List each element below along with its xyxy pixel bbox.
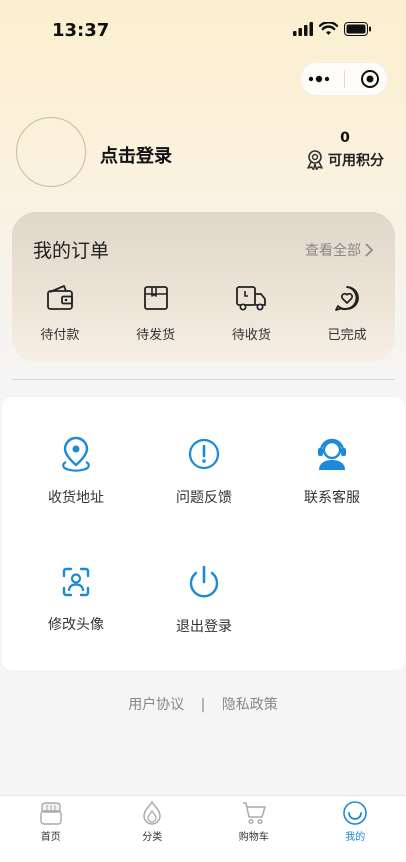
face-scan-icon (62, 567, 90, 597)
points-value: 0 (340, 130, 350, 146)
service-change-avatar[interactable]: 修改头像 (9, 564, 143, 634)
service-customer-support[interactable]: 联系客服 (265, 435, 399, 507)
more-options-icon[interactable] (308, 75, 330, 83)
services-card: 收货地址 问题反馈 联系客服 修改头像 退出登录 (2, 397, 405, 670)
signal-icon (293, 22, 313, 36)
bottom-tab-bar: 首页 分类 购物车 我的 (0, 795, 406, 862)
wifi-icon (319, 22, 338, 35)
power-icon (189, 565, 219, 598)
order-completed[interactable]: 已完成 (299, 284, 395, 343)
points-widget[interactable]: 0 可用积分 (300, 130, 390, 170)
order-pending-shipment[interactable]: 待发货 (108, 284, 204, 343)
order-pending-payment[interactable]: 待付款 (12, 284, 108, 343)
home-icon (40, 802, 62, 825)
category-icon (143, 800, 162, 825)
policy-links: 用户协议 | 隐私政策 (0, 694, 406, 714)
service-label: 修改头像 (48, 617, 104, 633)
battery-icon (344, 22, 371, 36)
service-label: 退出登录 (176, 619, 232, 635)
tab-category[interactable]: 分类 (102, 796, 204, 862)
service-shipping-address[interactable]: 收货地址 (9, 435, 143, 507)
view-all-orders-link[interactable]: 查看全部 (305, 240, 373, 260)
service-feedback[interactable]: 问题反馈 (137, 435, 271, 507)
policy-separator: | (200, 697, 206, 713)
order-pending-receipt[interactable]: 待收货 (204, 284, 300, 343)
avatar[interactable] (16, 117, 86, 187)
delivery-truck-icon (236, 286, 267, 311)
service-logout[interactable]: 退出登录 (137, 564, 271, 636)
tab-label: 我的 (345, 832, 366, 843)
status-time: 13:37 (52, 20, 110, 41)
order-item-label: 待收货 (231, 328, 271, 343)
section-divider (12, 379, 395, 380)
location-pin-icon (62, 436, 90, 472)
award-medal-icon (307, 150, 323, 170)
user-agreement-link[interactable]: 用户协议 (128, 697, 184, 713)
tab-label: 购物车 (238, 832, 269, 843)
status-bar: 13:37 (0, 0, 406, 56)
capsule-divider (344, 70, 346, 88)
customer-service-icon (318, 438, 346, 470)
tab-home[interactable]: 首页 (0, 796, 102, 862)
order-item-label: 已完成 (327, 328, 367, 343)
wallet-icon (46, 285, 73, 310)
heart-chat-icon (335, 286, 359, 311)
points-label: 可用积分 (328, 153, 384, 169)
order-item-label: 待发货 (136, 328, 176, 343)
orders-title: 我的订单 (33, 240, 110, 262)
exclamation-icon (188, 438, 220, 470)
tab-cart[interactable]: 购物车 (203, 796, 305, 862)
tab-label: 首页 (40, 832, 61, 843)
cart-icon (242, 802, 266, 825)
profile-icon (343, 801, 368, 825)
tab-label: 分类 (142, 832, 163, 843)
capsule-menu (300, 62, 388, 96)
orders-card: 我的订单 查看全部 待付款 待发货 待收货 已完成 (12, 212, 395, 362)
order-status-row: 待付款 待发货 待收货 已完成 (12, 284, 395, 343)
login-prompt[interactable]: 点击登录 (100, 142, 172, 168)
close-target-icon[interactable] (360, 69, 380, 89)
service-label: 联系客服 (304, 490, 360, 506)
chevron-right-icon (365, 243, 373, 257)
tab-profile[interactable]: 我的 (305, 796, 406, 862)
status-icons (293, 22, 372, 36)
view-all-label: 查看全部 (305, 243, 361, 259)
service-label: 收货地址 (48, 490, 104, 506)
package-icon (143, 286, 168, 310)
service-label: 问题反馈 (176, 490, 232, 506)
order-item-label: 待付款 (40, 328, 80, 343)
privacy-policy-link[interactable]: 隐私政策 (222, 697, 278, 713)
